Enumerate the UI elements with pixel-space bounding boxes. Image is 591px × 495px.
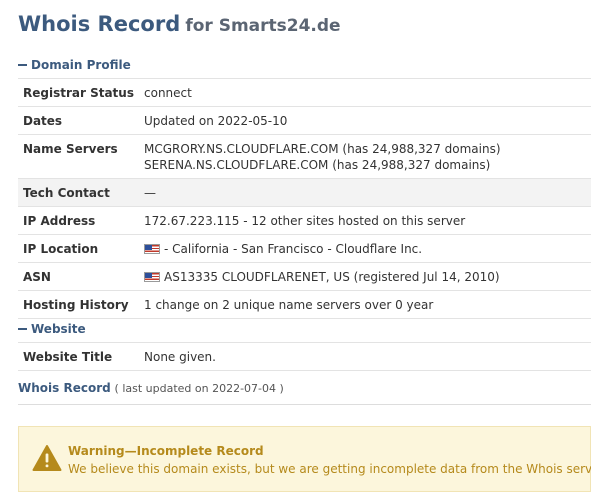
whois-page: Whois Record for Smarts24.de Domain Prof… (0, 0, 591, 495)
row-value: None given. (144, 342, 591, 371)
us-flag-icon (144, 272, 160, 282)
divider (18, 404, 591, 405)
warning-text: We believe this domain exists, but we ar… (68, 462, 591, 476)
row-value: - California - San Francisco - Cloudflar… (144, 234, 591, 263)
table-row: Tech Contact — (18, 178, 591, 207)
row-value: AS13335 CLOUDFLARENET, US (registered Ju… (144, 262, 591, 291)
domain-profile-table: Registrar Status connect Dates Updated o… (18, 78, 591, 319)
warning-box: Warning—Incomplete Record We believe thi… (18, 426, 591, 492)
row-key: Hosting History (18, 290, 144, 319)
row-value: MCGRORY.NS.CLOUDFLARE.COM (has 24,988,32… (144, 134, 591, 179)
row-key: Registrar Status (18, 78, 144, 107)
table-row: IP Address 172.67.223.115 - 12 other sit… (18, 206, 591, 235)
table-row: ASN AS13335 CLOUDFLARENET, US (registere… (18, 262, 591, 291)
row-key: Tech Contact (18, 178, 144, 207)
row-key: IP Location (18, 234, 144, 263)
table-row: Name Servers MCGRORY.NS.CLOUDFLARE.COM (… (18, 134, 591, 179)
table-row: IP Location - California - San Francisco… (18, 234, 591, 263)
last-updated-note: ( last updated on 2022-07-04 ) (114, 382, 284, 395)
row-key: Website Title (18, 342, 144, 371)
domain-profile-toggle[interactable]: Domain Profile (18, 58, 131, 72)
website-table: Website Title None given. (18, 342, 591, 371)
table-row: Dates Updated on 2022-05-10 (18, 106, 591, 135)
whois-record-line: Whois Record ( last updated on 2022-07-0… (18, 381, 284, 395)
collapse-icon (18, 63, 27, 66)
row-value: connect (144, 78, 591, 107)
website-heading: Website (31, 322, 86, 336)
warning-triangle-icon (32, 445, 62, 471)
ip-address-value[interactable]: 172.67.223.115 - 12 other sites hosted o… (144, 206, 591, 235)
name-server-2[interactable]: SERENA.NS.CLOUDFLARE.COM (has 24,988,327… (144, 157, 591, 173)
ip-location-value: - California - San Francisco - Cloudflar… (164, 242, 423, 256)
table-row: Hosting History 1 change on 2 unique nam… (18, 290, 591, 319)
row-key: Dates (18, 106, 144, 135)
page-title-domain: for Smarts24.de (185, 16, 341, 36)
page-title: Whois Record for Smarts24.de (18, 12, 341, 36)
domain-profile-heading: Domain Profile (31, 58, 131, 72)
table-row: Website Title None given. (18, 342, 591, 371)
row-key: ASN (18, 262, 144, 291)
row-value: Updated on 2022-05-10 (144, 106, 591, 135)
warning-title: Warning—Incomplete Record (68, 444, 264, 458)
us-flag-icon (144, 244, 160, 254)
website-toggle[interactable]: Website (18, 322, 86, 336)
table-row: Registrar Status connect (18, 78, 591, 107)
row-value: — (144, 178, 591, 207)
row-key: Name Servers (18, 134, 144, 179)
name-server-1[interactable]: MCGRORY.NS.CLOUDFLARE.COM (has 24,988,32… (144, 141, 591, 157)
collapse-icon (18, 327, 27, 330)
hosting-history-value[interactable]: 1 change on 2 unique name servers over 0… (144, 290, 591, 319)
whois-record-link[interactable]: Whois Record (18, 381, 111, 395)
row-key: IP Address (18, 206, 144, 235)
asn-value[interactable]: AS13335 CLOUDFLARENET, US (registered Ju… (164, 270, 500, 284)
page-title-main: Whois Record (18, 12, 181, 36)
